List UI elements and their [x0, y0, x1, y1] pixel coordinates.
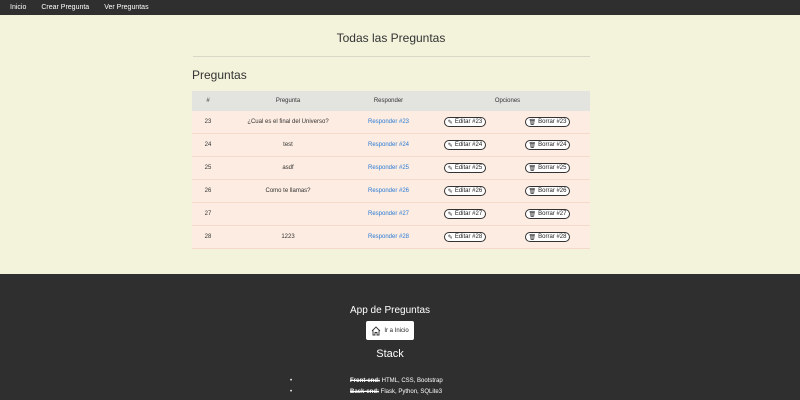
- trash-icon: 🗑: [528, 188, 537, 195]
- delete-label: Borrar #26: [538, 188, 567, 194]
- delete-label: Borrar #28: [538, 234, 567, 240]
- row-question: test: [283, 142, 293, 148]
- answer-link[interactable]: Responder #26: [368, 188, 409, 194]
- delete-label: Borrar #23: [538, 119, 567, 125]
- delete-button[interactable]: 🗑 Borrar #26: [524, 186, 571, 196]
- delete-button[interactable]: 🗑 Borrar #28: [524, 232, 571, 242]
- nav-crear-pregunta[interactable]: Crear Pregunta: [41, 4, 89, 11]
- pencil-icon: ✎: [447, 119, 453, 126]
- edit-button[interactable]: ✎ Editar #24: [443, 140, 487, 150]
- edit-label: Editar #28: [454, 234, 483, 240]
- bullet-icon: •: [290, 389, 293, 395]
- table-row: 25 asdf Responder #25 ✎ Editar #25 🗑 Borra…: [192, 157, 590, 180]
- table-row: 24 test Responder #24 ✎ Editar #24 🗑 Borra…: [192, 134, 590, 157]
- answer-link[interactable]: Responder #25: [368, 165, 409, 171]
- questions-table: # Pregunta Responder Opciones 23 ¿Cual e…: [192, 91, 590, 249]
- row-question: ¿Cual es el final del Universo?: [247, 119, 329, 125]
- row-id: 27: [204, 211, 212, 217]
- nav-inicio[interactable]: Inicio: [10, 4, 26, 11]
- footer-title: App de Preguntas: [349, 305, 431, 316]
- row-question: asdf: [282, 165, 294, 171]
- edit-button[interactable]: ✎ Editar #27: [443, 209, 487, 219]
- stack-item-backend: • Back-end: Flask, Python, SQLite3: [290, 387, 490, 398]
- delete-label: Borrar #24: [538, 142, 567, 148]
- stack-item-frontend: • Front-end: HTML, CSS, Bootstrap: [290, 376, 490, 387]
- delete-button[interactable]: 🗑 Borrar #23: [524, 117, 571, 127]
- home-button-label: Ir a Inicio: [384, 327, 409, 334]
- trash-icon: 🗑: [528, 234, 537, 241]
- top-navbar: Inicio Crear Pregunta Ver Preguntas: [0, 0, 800, 15]
- section-title: Preguntas: [192, 68, 247, 82]
- trash-icon: 🗑: [528, 142, 537, 149]
- trash-icon: 🗑: [528, 119, 537, 126]
- answer-link[interactable]: Responder #27: [368, 211, 409, 217]
- pencil-icon: ✎: [447, 142, 453, 149]
- header-id: #: [206, 98, 210, 104]
- nav-ver-preguntas[interactable]: Ver Preguntas: [104, 4, 148, 11]
- table-row: 23 ¿Cual es el final del Universo? Respo…: [192, 111, 590, 134]
- footer: App de Preguntas Ir a Inicio Stack • Fro…: [0, 274, 800, 400]
- trash-icon: 🗑: [528, 165, 537, 172]
- table-row: 26 Como te llamas? Responder #26 ✎ Editar…: [192, 180, 590, 203]
- bullet-icon: •: [290, 378, 293, 384]
- edit-button[interactable]: ✎ Editar #26: [443, 186, 487, 196]
- delete-button[interactable]: 🗑 Borrar #25: [524, 163, 571, 173]
- trash-icon: 🗑: [528, 211, 537, 218]
- answer-link[interactable]: Responder #24: [368, 142, 409, 148]
- delete-button[interactable]: 🗑 Borrar #24: [524, 140, 571, 150]
- pencil-icon: ✎: [447, 211, 453, 218]
- stack-label: Front-end:: [350, 378, 380, 384]
- edit-label: Editar #26: [454, 188, 483, 194]
- edit-label: Editar #23: [454, 119, 483, 125]
- table-row: 28 1223 Responder #28 ✎ Editar #28 🗑 Borra…: [192, 226, 590, 249]
- header-pregunta: Pregunta: [275, 98, 301, 104]
- edit-button[interactable]: ✎ Editar #23: [443, 117, 487, 127]
- header-responder: Responder: [373, 98, 404, 104]
- stack-value: Flask, Python, SQLite3: [379, 389, 443, 395]
- table-header: # Pregunta Responder Opciones: [192, 91, 590, 111]
- row-question: Como te llamas?: [265, 188, 311, 194]
- stack-list: • Front-end: HTML, CSS, Bootstrap • Back…: [290, 376, 490, 398]
- stack-label: Back-end:: [350, 389, 380, 395]
- pencil-icon: ✎: [447, 188, 453, 195]
- row-id: 24: [204, 142, 212, 148]
- edit-button[interactable]: ✎ Editar #25: [443, 163, 487, 173]
- pencil-icon: ✎: [447, 234, 453, 241]
- answer-link[interactable]: Responder #28: [368, 234, 409, 240]
- stack-title: Stack: [376, 348, 404, 360]
- pencil-icon: ✎: [447, 165, 453, 172]
- home-button[interactable]: Ir a Inicio: [366, 321, 414, 340]
- page-title: Todas las Preguntas: [336, 31, 446, 45]
- row-id: 25: [204, 165, 212, 171]
- row-id: 23: [204, 119, 212, 125]
- row-question: 1223: [281, 234, 295, 240]
- delete-button[interactable]: 🗑 Borrar #27: [524, 209, 571, 219]
- row-id: 28: [204, 234, 212, 240]
- stack-value: HTML, CSS, Bootstrap: [380, 378, 443, 384]
- edit-label: Editar #27: [454, 211, 483, 217]
- row-id: 26: [204, 188, 212, 194]
- delete-label: Borrar #27: [538, 211, 567, 217]
- header-opciones: Opciones: [494, 98, 521, 104]
- home-icon: [372, 325, 381, 335]
- delete-label: Borrar #25: [538, 165, 567, 171]
- table-row: 27 Responder #27 ✎ Editar #27 🗑 Borrar #27: [192, 203, 590, 226]
- edit-label: Editar #25: [454, 165, 483, 171]
- title-divider: [193, 56, 590, 57]
- edit-label: Editar #24: [454, 142, 483, 148]
- edit-button[interactable]: ✎ Editar #28: [443, 232, 487, 242]
- answer-link[interactable]: Responder #23: [368, 119, 409, 125]
